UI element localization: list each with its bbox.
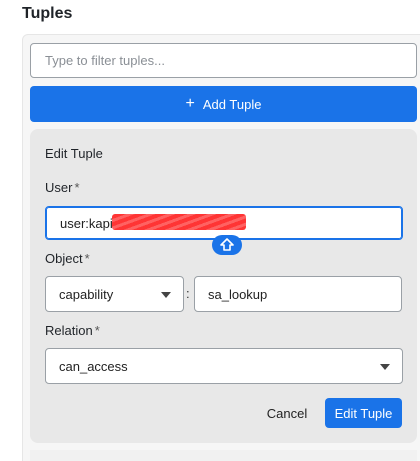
relation-select[interactable]: can_access: [45, 348, 403, 384]
required-mark: *: [94, 323, 100, 338]
object-separator: :: [186, 286, 190, 301]
object-id-input[interactable]: [194, 276, 402, 312]
object-label-text: Object: [45, 251, 83, 266]
redaction-scribble: [112, 214, 246, 230]
user-label-text: User: [45, 180, 73, 195]
next-row-strip: [30, 450, 417, 461]
drag-handle-icon[interactable]: [212, 235, 242, 255]
required-mark: *: [84, 251, 90, 266]
object-type-select[interactable]: capability: [45, 276, 184, 312]
add-tuple-label: Add Tuple: [202, 96, 262, 112]
add-tuple-button[interactable]: + Add Tuple: [30, 86, 417, 122]
relation-label: Relation *: [45, 323, 100, 338]
chevron-down-icon: [161, 292, 171, 298]
relation-value: can_access: [59, 358, 128, 374]
section-heading: Tuples: [22, 5, 73, 22]
user-label: User *: [45, 180, 80, 195]
expand-arrow-icon: [220, 238, 234, 251]
cancel-button[interactable]: Cancel: [260, 398, 314, 428]
edit-tuple-title: Edit Tuple: [45, 146, 103, 161]
edit-tuple-button[interactable]: Edit Tuple: [325, 398, 402, 428]
object-type-value: capability: [59, 286, 114, 302]
chevron-down-icon: [380, 364, 390, 370]
required-mark: *: [74, 180, 80, 195]
filter-tuples-input[interactable]: [30, 43, 417, 78]
object-label: Object *: [45, 251, 90, 266]
plus-icon: +: [185, 94, 195, 112]
relation-label-text: Relation: [45, 323, 93, 338]
